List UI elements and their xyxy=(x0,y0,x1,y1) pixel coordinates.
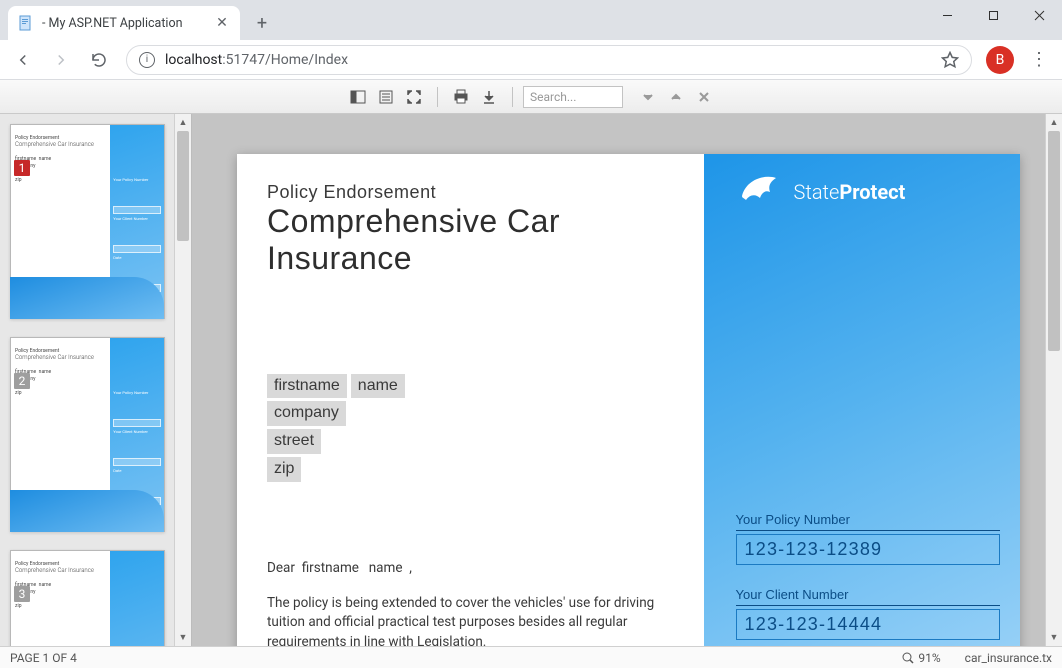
toggle-sidebar-button[interactable] xyxy=(345,84,371,110)
status-bar: PAGE 1 OF 4 91% car_insurance.tx xyxy=(0,646,1062,668)
scroll-up-icon[interactable]: ▲ xyxy=(175,114,191,131)
viewer-toolbar xyxy=(0,80,1062,114)
search-prev-button[interactable] xyxy=(663,84,689,110)
document-area[interactable]: Policy Endorsement Comprehensive Car Ins… xyxy=(192,114,1062,646)
doc-subtitle: Policy Endorsement xyxy=(267,182,680,203)
thumbnail-number: 3 xyxy=(14,586,30,602)
search-close-button[interactable] xyxy=(691,84,717,110)
thumbnail-number: 1 xyxy=(14,160,30,176)
viewer-workspace: Policy EndorsementComprehensive Car Insu… xyxy=(0,114,1062,646)
brand-logo: StateProtect xyxy=(736,172,1000,212)
addr-firstname: firstname xyxy=(267,374,347,399)
addr-name: name xyxy=(351,374,405,399)
letter-body: The policy is being extended to cover th… xyxy=(267,594,680,646)
thumbnail-3[interactable]: Policy EndorsementComprehensive Car Insu… xyxy=(10,550,164,646)
policy-number-field: Your Policy Number 123-123-12389 xyxy=(736,512,1000,565)
client-number-field: Your Client Number 123-123-14444 xyxy=(736,587,1000,640)
document-viewer: Policy EndorsementComprehensive Car Insu… xyxy=(0,80,1062,668)
tab-close-icon[interactable]: ✕ xyxy=(214,15,230,31)
bird-icon xyxy=(736,172,784,212)
zoom-indicator[interactable]: 91% xyxy=(902,651,940,665)
browser-tab[interactable]: - My ASP.NET Application ✕ xyxy=(8,6,240,40)
fullscreen-button[interactable] xyxy=(401,84,427,110)
download-button[interactable] xyxy=(476,84,502,110)
search-next-button[interactable] xyxy=(635,84,661,110)
page-indicator: PAGE 1 OF 4 xyxy=(10,651,77,665)
client-number-label: Your Client Number xyxy=(736,587,1000,606)
bookmark-icon[interactable] xyxy=(941,51,959,69)
thumbnail-number: 2 xyxy=(14,373,30,389)
addr-street: street xyxy=(267,429,321,454)
policy-number-label: Your Policy Number xyxy=(736,512,1000,531)
document-scrollbar[interactable]: ▲ ▼ xyxy=(1045,114,1062,646)
profile-avatar[interactable]: B xyxy=(986,46,1014,74)
view-mode-button[interactable] xyxy=(373,84,399,110)
document-page: Policy Endorsement Comprehensive Car Ins… xyxy=(237,154,1020,646)
site-info-icon[interactable]: i xyxy=(139,52,155,68)
addr-zip: zip xyxy=(267,457,301,482)
minimize-button[interactable] xyxy=(924,0,970,30)
scroll-up-icon[interactable]: ▲ xyxy=(1046,114,1062,131)
scroll-down-icon[interactable]: ▼ xyxy=(175,629,191,646)
url-text: localhost:51747/Home/Index xyxy=(165,52,348,68)
print-button[interactable] xyxy=(448,84,474,110)
scrollbar-handle[interactable] xyxy=(1048,131,1060,351)
back-button[interactable] xyxy=(6,43,40,77)
scroll-down-icon[interactable]: ▼ xyxy=(1046,629,1062,646)
reload-button[interactable] xyxy=(82,43,116,77)
search-input[interactable] xyxy=(523,86,623,108)
policy-number-value: 123-123-12389 xyxy=(736,534,1000,565)
client-number-value: 123-123-14444 xyxy=(736,609,1000,640)
favicon xyxy=(18,15,34,31)
thumbnail-scrollbar[interactable]: ▲ ▼ xyxy=(174,114,191,646)
scrollbar-handle[interactable] xyxy=(177,131,189,241)
thumbnail-1[interactable]: Policy EndorsementComprehensive Car Insu… xyxy=(10,124,164,319)
tab-title: - My ASP.NET Application xyxy=(42,16,206,31)
maximize-button[interactable] xyxy=(970,0,1016,30)
browser-titlebar: - My ASP.NET Application ✕ + xyxy=(0,0,1062,40)
salutation: Dear firstname name , xyxy=(267,560,680,576)
browser-menu-button[interactable]: ⋮ xyxy=(1022,49,1056,70)
thumbnail-panel: Policy EndorsementComprehensive Car Insu… xyxy=(0,114,192,646)
close-button[interactable] xyxy=(1016,0,1062,30)
thumbnail-2[interactable]: Policy EndorsementComprehensive Car Insu… xyxy=(10,337,164,532)
address-bar[interactable]: i localhost:51747/Home/Index xyxy=(126,45,972,75)
browser-toolbar: i localhost:51747/Home/Index B ⋮ xyxy=(0,40,1062,80)
addr-company: company xyxy=(267,401,346,426)
new-tab-button[interactable]: + xyxy=(248,9,276,37)
forward-button[interactable] xyxy=(44,43,78,77)
window-controls xyxy=(924,0,1062,30)
doc-title: Comprehensive Car Insurance xyxy=(267,203,680,277)
filename: car_insurance.tx xyxy=(965,651,1052,665)
address-block: firstnamename company street zip xyxy=(267,373,680,484)
